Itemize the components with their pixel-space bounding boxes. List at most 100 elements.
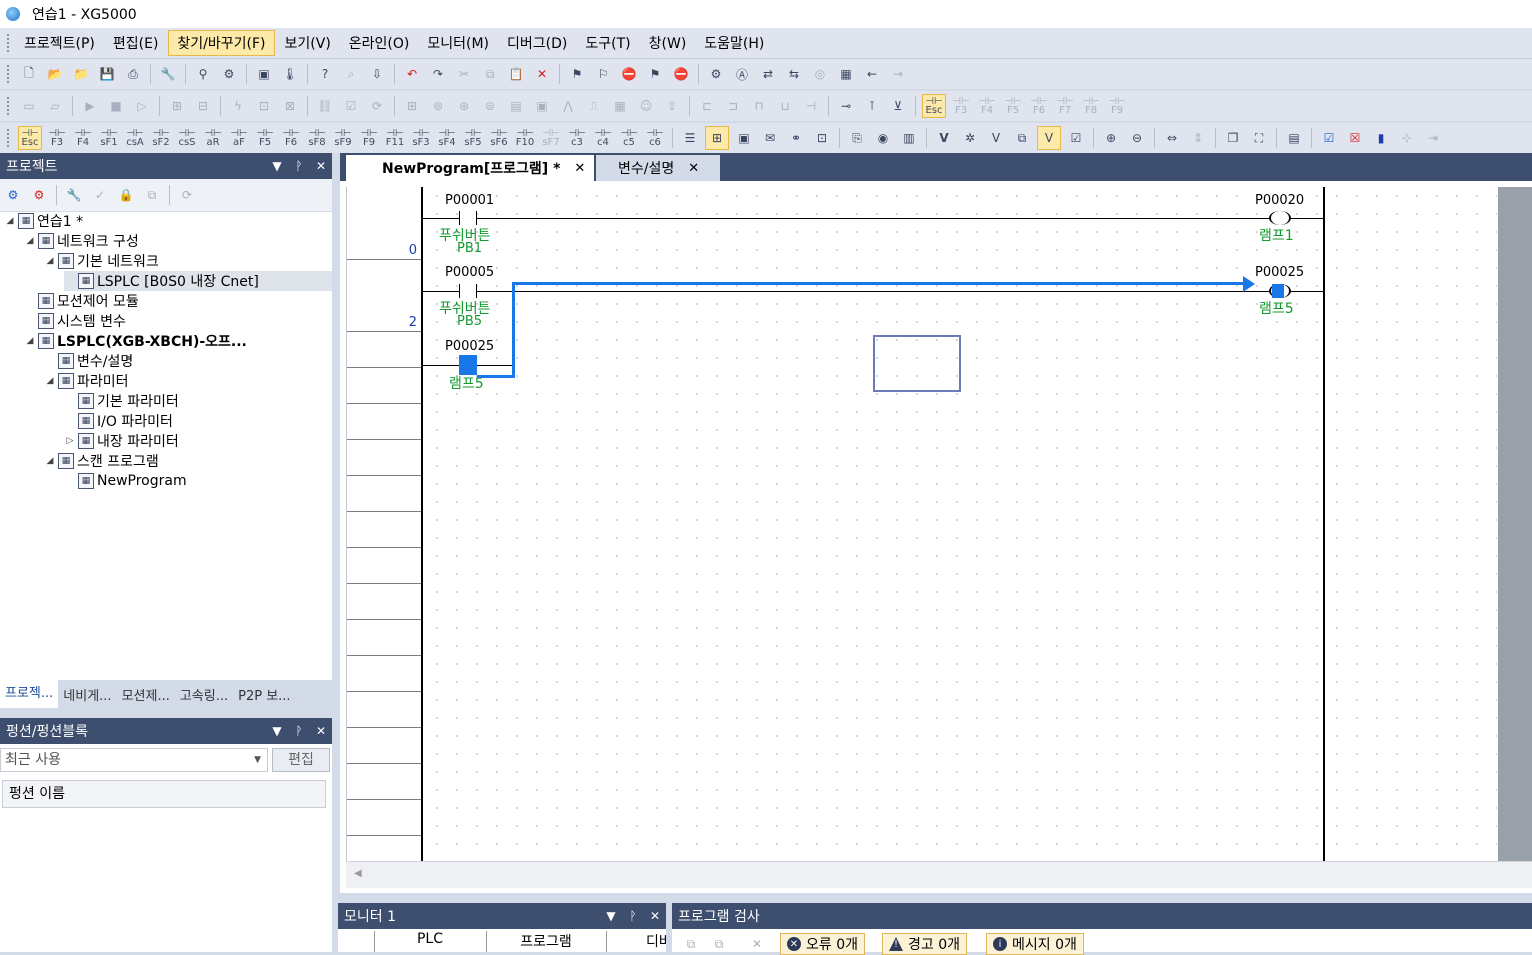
expand-toggle-icon[interactable]: ◢ — [44, 456, 56, 466]
open-folder-icon[interactable]: 📂 — [44, 63, 66, 85]
pin-icon[interactable]: ᚹ — [288, 159, 310, 173]
delete-row-icon[interactable]: ⊓ — [748, 95, 770, 117]
chart-bar-icon[interactable]: ▥ — [898, 127, 920, 149]
check-box-icon[interactable]: ☑ — [1065, 127, 1087, 149]
tree-item[interactable]: ◢ ▦ 연습1 * — [4, 211, 83, 231]
variable-filter-icon[interactable]: V — [1037, 126, 1061, 150]
tree-item[interactable]: ◢ ▦ 네트워크 구성 — [24, 231, 139, 251]
tab-newprogram[interactable]: NewProgram[프로그램] * ✕ — [346, 155, 594, 181]
trend-icon[interactable]: ⋀ — [557, 95, 579, 117]
grid-icon[interactable]: ▦ — [835, 63, 857, 85]
ladder-key-f3[interactable]: ⊣⊢ F3 — [46, 127, 68, 149]
check-confirm-icon[interactable]: ☑ — [1318, 127, 1340, 149]
project-tab-2[interactable]: 모션제... — [117, 685, 175, 704]
replace-icon[interactable]: ⇆ — [783, 63, 805, 85]
insert-row-icon[interactable]: ⊏ — [696, 95, 718, 117]
compare-icon[interactable]: ⊡ — [253, 95, 275, 117]
contact-2[interactable] — [459, 284, 477, 298]
undo-icon[interactable]: ↶ — [401, 63, 423, 85]
device-comment-icon[interactable]: ⧉ — [1011, 127, 1033, 149]
thermometer-icon[interactable]: 🌡 — [279, 63, 301, 85]
cut-icon[interactable]: ✂ — [453, 63, 475, 85]
page-icon[interactable]: ⎘ — [846, 127, 868, 149]
cascade-icon[interactable]: ❐ — [1222, 127, 1244, 149]
user-icon[interactable]: ☺ — [635, 95, 657, 117]
back-arrow-icon[interactable]: ← — [861, 63, 883, 85]
tree-item[interactable]: ◢ ▦ LSPLC(XGB-XBCH)-오프... — [24, 331, 247, 351]
close-icon[interactable]: ✕ — [310, 724, 332, 738]
bookmark-next-icon[interactable]: ⊹ — [1396, 127, 1418, 149]
flash-icon[interactable]: ϟ — [227, 95, 249, 117]
edit-button[interactable]: 편집 — [272, 748, 330, 772]
ladder-key-secondary-f9[interactable]: ⊣⊢ F9 — [1106, 95, 1128, 117]
ladder-key-f4[interactable]: ⊣⊢ F4 — [72, 127, 94, 149]
fit-width-icon[interactable]: ⇔ — [1161, 127, 1183, 149]
ladder-key-sf8[interactable]: ⊣⊢ sF8 — [306, 127, 328, 149]
ladder-key-c4[interactable]: ⊣⊢ c4 — [592, 127, 614, 149]
menu-item-5[interactable]: 모니터(M) — [419, 31, 497, 55]
toolbar-grip[interactable] — [6, 128, 10, 148]
window-icon[interactable]: ▣ — [733, 127, 755, 149]
function-name-column-header[interactable]: 펑션 이름 — [2, 780, 326, 808]
ladder-key-sf4[interactable]: ⊣⊢ sF4 — [436, 127, 458, 149]
zoom-in-icon[interactable]: ⊕ — [1100, 127, 1122, 149]
refresh-icon[interactable]: ⟳ — [366, 95, 388, 117]
settings-icon[interactable]: ⚙ — [705, 63, 727, 85]
variable-comment-icon[interactable]: V — [985, 127, 1007, 149]
pin-icon[interactable]: ᚹ — [288, 724, 310, 738]
redo-icon[interactable]: ↷ — [427, 63, 449, 85]
expand-toggle-icon[interactable]: ◢ — [44, 376, 56, 386]
ladder-key-sf5[interactable]: ⊣⊢ sF5 — [462, 127, 484, 149]
mark-clear-icon[interactable]: ⚐ — [592, 63, 614, 85]
ladder-key-f11[interactable]: ⊣⊢ F11 — [384, 127, 406, 149]
chip-icon[interactable]: ✲ — [959, 127, 981, 149]
save-icon[interactable]: 💾 — [96, 63, 118, 85]
coil-1[interactable] — [1269, 211, 1291, 225]
cell-cursor[interactable] — [873, 335, 961, 392]
close-icon[interactable]: ✕ — [574, 161, 585, 176]
wrench-icon[interactable]: 🔧 — [157, 63, 179, 85]
ladder-key-sf6[interactable]: ⊣⊢ sF6 — [488, 127, 510, 149]
project-tab-4[interactable]: P2P 보... — [233, 685, 295, 704]
check-icon[interactable]: ☑ — [340, 95, 362, 117]
target-icon[interactable]: ◉ — [872, 127, 894, 149]
refresh-icon[interactable]: ⟳ — [176, 184, 198, 206]
menu-item-1[interactable]: 편집(E) — [105, 31, 167, 55]
check-cancel-icon[interactable]: ☒ — [1344, 127, 1366, 149]
bookmark-prev-icon[interactable]: ⇥ — [1422, 127, 1444, 149]
pause-icon[interactable]: ▷ — [131, 95, 153, 117]
new-file-icon[interactable]: 🗋 — [18, 63, 40, 85]
frame-icon[interactable]: ⊡ — [811, 127, 833, 149]
line-icon[interactable]: ⊣ — [800, 95, 822, 117]
ladder-canvas[interactable]: 0 2 P00001 푸쉬버튼 PB1 P00020 램프1 P00005 푸쉬… — [346, 187, 1497, 861]
lock-icon[interactable]: 🔒 — [115, 184, 137, 206]
mail-icon[interactable]: ✉ — [759, 127, 781, 149]
paste-icon[interactable]: 📋 — [505, 63, 527, 85]
open-project-icon[interactable]: 📁 — [70, 63, 92, 85]
wrench-icon[interactable]: 🔧 — [63, 184, 85, 206]
tree-item[interactable]: ◢ ▦ 기본 네트워크 — [44, 251, 159, 271]
circle-icon[interactable]: ◎ — [809, 63, 831, 85]
expand-toggle-icon[interactable]: ▷ — [64, 436, 76, 446]
contact-3-selected[interactable] — [459, 355, 477, 375]
connect-project-icon[interactable]: ⚙ — [2, 184, 24, 206]
ladder-key-f10[interactable]: ⊣⊢ F10 — [514, 127, 536, 149]
expand-toggle-icon[interactable]: ◢ — [44, 256, 56, 266]
io-scan-icon[interactable]: ⊚ — [427, 95, 449, 117]
export-icon[interactable]: ⇪ — [661, 95, 683, 117]
plc-read-icon[interactable]: ⊞ — [166, 95, 188, 117]
ladder-key-sf2[interactable]: ⊣⊢ sF2 — [150, 127, 172, 149]
monitor-start-icon[interactable]: ▣ — [253, 63, 275, 85]
tree-item[interactable]: ▦ LSPLC [B0S0 내장 Cnet] — [64, 271, 332, 291]
ladder-key-css[interactable]: ⊣⊢ csS — [176, 127, 198, 149]
ladder-view-icon[interactable]: ⊞ — [705, 126, 729, 150]
tree-item[interactable]: ▦ NewProgram — [64, 471, 187, 491]
ladder-key-sf1[interactable]: ⊣⊢ sF1 — [98, 127, 120, 149]
ladder-key-af[interactable]: ⊣⊢ aF — [228, 127, 250, 149]
run-icon[interactable]: ▶ — [79, 95, 101, 117]
ladder-key-secondary-f8[interactable]: ⊣⊢ F8 — [1080, 95, 1102, 117]
insert-col-icon[interactable]: ⊐ — [722, 95, 744, 117]
tree-item[interactable]: ▦ I/O 파라미터 — [64, 411, 173, 431]
toolbar-grip[interactable] — [6, 96, 10, 116]
ladder-key-f5[interactable]: ⊣⊢ F5 — [254, 127, 276, 149]
